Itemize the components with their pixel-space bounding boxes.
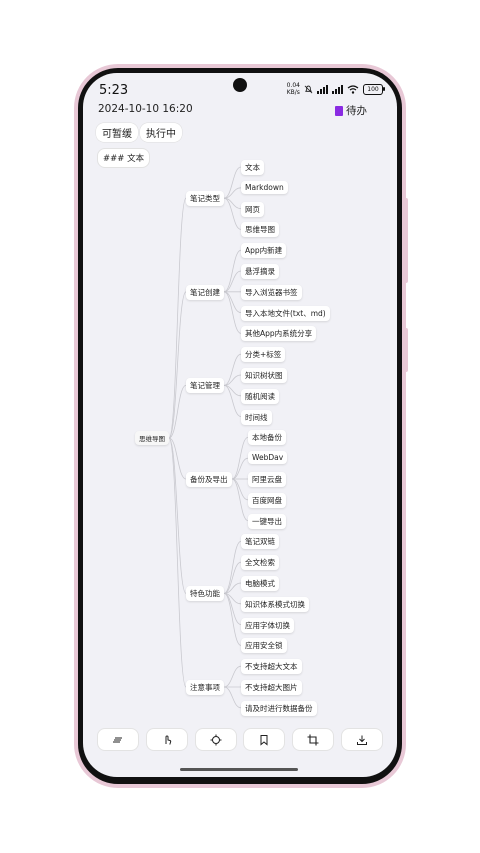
leaf-connector [231, 478, 249, 501]
mindmap-leaf[interactable]: 笔记双链 [241, 534, 279, 550]
mindmap-leaf[interactable]: 悬浮摘录 [241, 264, 279, 279]
mindmap-leaf[interactable]: Markdown [241, 180, 288, 194]
mindmap-connectors [168, 166, 249, 709]
mindmap-leaf[interactable]: 导入浏览器书签 [241, 284, 302, 300]
leaf-connector [223, 291, 242, 334]
leaf-connector [231, 478, 249, 521]
mindmap-branch[interactable]: 笔记类型 [186, 191, 224, 207]
mindmap-leaf[interactable]: 不支持超大文本 [241, 659, 302, 675]
mindmap-leaf[interactable]: WebDav [248, 451, 288, 465]
home-indicator[interactable] [180, 768, 298, 771]
mindmap-leaf[interactable]: 应用安全锁 [241, 638, 287, 654]
mindmap-branch[interactable]: 笔记创建 [186, 284, 224, 300]
mindmap-leaf[interactable]: 百度网盘 [248, 492, 286, 508]
bottom-toolbar [97, 728, 383, 751]
branch-connector [168, 437, 187, 688]
mindmap-leaf[interactable]: 分类+标签 [241, 347, 286, 363]
leaf-connector [223, 291, 242, 313]
leaf-connector [223, 541, 242, 594]
leaf-connector [223, 249, 242, 293]
mindmap-leaf[interactable]: 其他App内系统分享 [241, 326, 317, 342]
locate-button[interactable] [194, 728, 237, 751]
crosshair-icon [210, 734, 222, 745]
mindmap-branch[interactable]: 备份及导出 [186, 472, 232, 487]
mindmap-leaf[interactable]: 电脑模式 [241, 576, 279, 591]
power-button [404, 328, 408, 372]
mindmap-leaf[interactable]: 知识树状图 [241, 368, 287, 383]
mindmap-leaf[interactable]: 不支持超大图片 [241, 680, 302, 695]
mindmap-leaf[interactable]: 知识体系模式切换 [241, 596, 309, 612]
leaf-connector [223, 270, 242, 293]
crop-button[interactable] [292, 728, 335, 751]
screen: 5:23 0.04 KB/s 100 2024-10-10 16:20 待办 可… [83, 73, 397, 777]
crop-icon [307, 734, 319, 745]
mindmap-leaf[interactable]: 应用字体切换 [241, 617, 294, 633]
mindmap-leaf[interactable]: App内新建 [241, 243, 287, 259]
mindmap-leaf[interactable]: 请及时进行数据备份 [241, 700, 317, 716]
bookmark-icon [260, 734, 268, 746]
mindmap-leaf[interactable]: 网页 [241, 201, 264, 217]
mindmap-leaf[interactable]: 本地备份 [248, 430, 286, 446]
mindmap-leaf[interactable]: 阿里云盘 [248, 472, 286, 487]
outline-button[interactable] [97, 728, 139, 751]
mindmap-branch[interactable]: 特色功能 [186, 586, 224, 602]
leaf-connector [231, 457, 249, 480]
leaf-connector [223, 686, 242, 709]
branch-connector [168, 197, 187, 439]
mindmap-root[interactable]: 思维导图 [135, 431, 169, 445]
leaf-connector [223, 665, 242, 688]
touch-mode-button[interactable] [145, 728, 188, 751]
bookmark-button[interactable] [243, 728, 286, 751]
leaf-connector [223, 593, 242, 646]
mindmap-leaf[interactable]: 导入本地文件(txt、md) [241, 305, 330, 321]
touch-pointer-icon [165, 734, 172, 745]
mindmap-leaf[interactable]: 随机阅读 [241, 388, 279, 404]
mindmap-leaf[interactable]: 时间线 [241, 409, 272, 425]
mindmap-leaf[interactable]: 文本 [241, 160, 264, 175]
download-icon [356, 735, 367, 745]
mindmap-leaf[interactable]: 一键导出 [248, 513, 286, 529]
mindmap-leaf[interactable]: 思维导图 [241, 222, 279, 238]
leaf-connector [231, 437, 249, 480]
mindmap-branch[interactable]: 注意事项 [186, 680, 224, 695]
menu-lines-icon [113, 736, 122, 743]
download-button[interactable] [340, 728, 383, 751]
mindmap-branch[interactable]: 笔记管理 [186, 378, 224, 394]
volume-button [404, 198, 408, 283]
mindmap-leaf[interactable]: 全文检索 [241, 555, 279, 571]
